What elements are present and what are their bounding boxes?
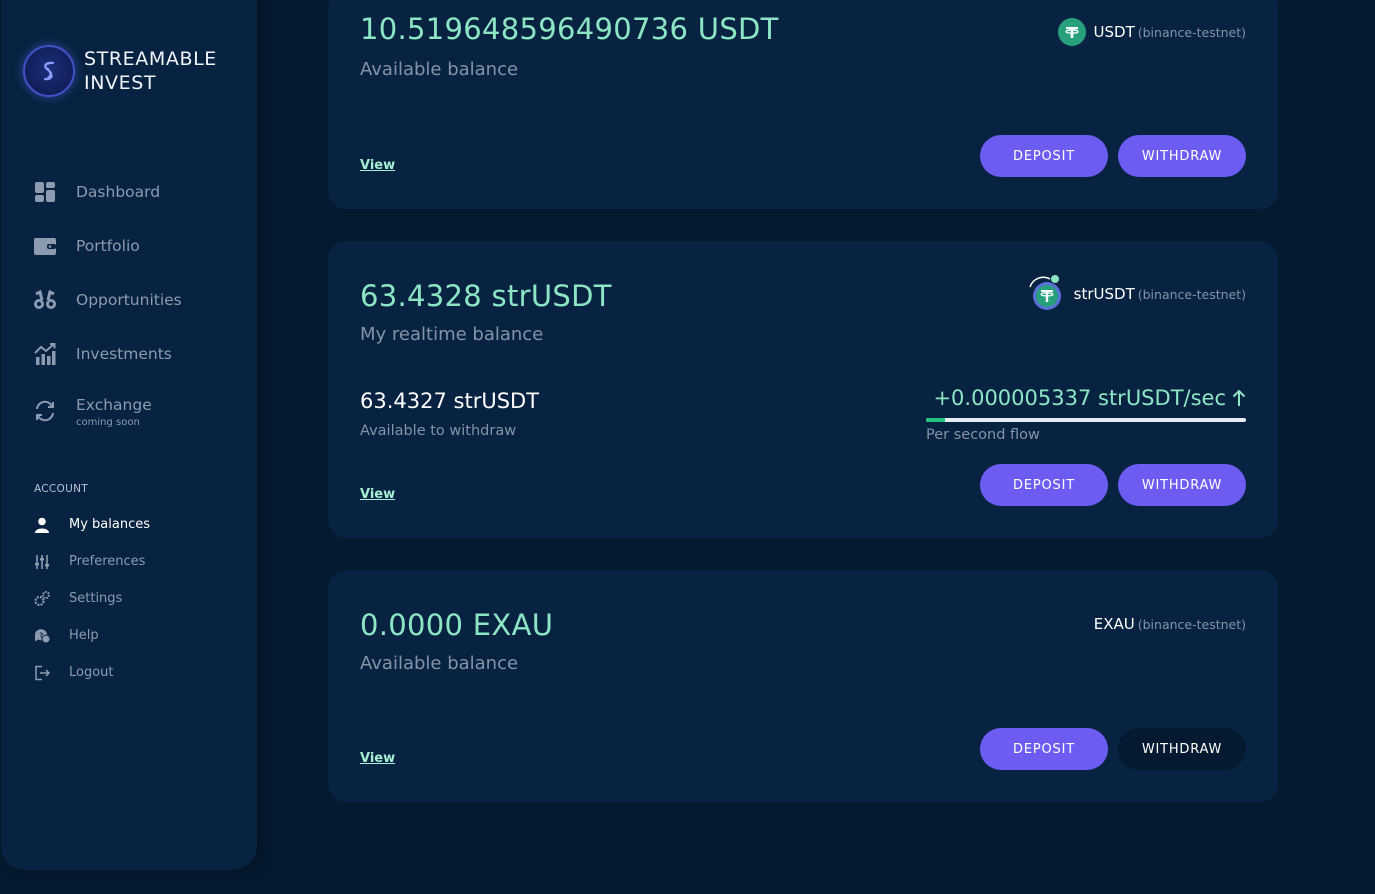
view-link[interactable]: View	[360, 751, 395, 766]
token-network: (binance-testnet)	[1137, 286, 1246, 302]
account-label-settings: Settings	[69, 591, 123, 606]
nav-label-exchange: Exchange	[76, 395, 152, 414]
streaming-tether-icon	[1026, 274, 1066, 314]
account-label-help: Help	[69, 628, 99, 643]
gears-icon	[33, 590, 51, 608]
wallet-icon	[33, 234, 57, 258]
token-symbol: strUSDT	[1073, 285, 1135, 303]
dashboard-icon	[33, 180, 57, 204]
balance-card-usdt: 10.519648596490736 USDT Available balanc…	[328, 0, 1278, 209]
logo-icon	[23, 45, 75, 97]
nav-item-investments[interactable]: Investments	[33, 327, 182, 381]
user-icon	[33, 516, 51, 534]
token-network: (binance-testnet)	[1137, 616, 1246, 632]
flow-progress-bar	[926, 418, 1246, 422]
nav-item-exchange[interactable]: Exchange coming soon	[33, 381, 182, 441]
token-symbol: EXAU	[1093, 615, 1135, 633]
nav-sublabel-exchange: coming soon	[76, 416, 140, 428]
svg-text:?: ?	[39, 631, 43, 639]
nav-label-dashboard: Dashboard	[76, 183, 161, 201]
flow-progress-fill	[926, 418, 946, 422]
exchange-icon	[33, 399, 57, 423]
account-item-settings[interactable]: Settings	[33, 580, 150, 617]
binoculars-icon	[33, 288, 57, 312]
account-item-logout[interactable]: Logout	[33, 654, 150, 691]
arrow-up-icon	[1232, 389, 1246, 407]
token-network: (binance-testnet)	[1137, 24, 1246, 40]
tether-icon	[1057, 18, 1086, 46]
withdraw-button[interactable]: WITHDRAW	[1118, 728, 1246, 770]
balance-card-exau: 0.0000 EXAU Available balance EXAU (bina…	[328, 570, 1278, 802]
token-info: USDT (binance-testnet)	[1057, 18, 1246, 46]
deposit-button[interactable]: DEPOSIT	[980, 464, 1108, 506]
logout-icon	[33, 664, 51, 682]
account-label-my-balances: My balances	[69, 517, 150, 532]
nav-label-portfolio: Portfolio	[76, 237, 140, 255]
withdraw-button[interactable]: WITHDRAW	[1118, 135, 1246, 177]
balance-amount: 0.0000 EXAU	[360, 608, 554, 642]
account-label-logout: Logout	[69, 665, 114, 680]
nav-item-dashboard[interactable]: Dashboard	[33, 165, 182, 219]
balance-subtitle: My realtime balance	[360, 324, 544, 345]
account-label-preferences: Preferences	[69, 554, 146, 569]
withdrawable-label: Available to withdraw	[360, 423, 517, 439]
balance-card-strusdt: 63.4328 strUSDT My realtime balance strU…	[328, 241, 1278, 538]
brand-line-1: STREAMABLE	[84, 48, 217, 70]
nav-label-investments: Investments	[76, 345, 172, 363]
account-nav: My balances Preferences Settings ? Help …	[33, 506, 150, 691]
flow-label: Per second flow	[926, 427, 1040, 443]
flow-rate-value: +0.000005337 strUSDT/sec	[933, 386, 1226, 410]
flow-rate: +0.000005337 strUSDT/sec	[933, 386, 1246, 410]
nav-item-opportunities[interactable]: Opportunities	[33, 273, 182, 327]
withdraw-button[interactable]: WITHDRAW	[1118, 464, 1246, 506]
view-link[interactable]: View	[360, 487, 395, 502]
sliders-icon	[33, 553, 51, 571]
brand-line-2: INVEST	[84, 72, 157, 94]
account-heading: ACCOUNT	[34, 483, 88, 495]
nav-item-portfolio[interactable]: Portfolio	[33, 219, 182, 273]
brand-logo[interactable]: STREAMABLE INVEST	[23, 45, 217, 97]
deposit-button[interactable]: DEPOSIT	[980, 728, 1108, 770]
token-symbol: USDT	[1093, 23, 1135, 41]
account-item-preferences[interactable]: Preferences	[33, 543, 150, 580]
brand-name: STREAMABLE INVEST	[84, 47, 217, 95]
withdrawable-amount: 63.4327 strUSDT	[360, 389, 540, 413]
view-link[interactable]: View	[360, 158, 395, 173]
balance-subtitle: Available balance	[360, 653, 519, 674]
token-info: EXAU (binance-testnet)	[1094, 615, 1246, 633]
nav-label-opportunities: Opportunities	[76, 291, 182, 309]
account-item-my-balances[interactable]: My balances	[33, 506, 150, 543]
sidebar: STREAMABLE INVEST Dashboard Portfolio Op…	[1, 0, 257, 870]
main-nav: Dashboard Portfolio Opportunities Invest…	[33, 165, 182, 441]
token-info: strUSDT (binance-testnet)	[1026, 274, 1246, 314]
help-chat-icon: ?	[33, 627, 51, 645]
balance-amount: 63.4328 strUSDT	[360, 279, 612, 313]
balance-amount: 10.519648596490736 USDT	[360, 12, 779, 46]
deposit-button[interactable]: DEPOSIT	[980, 135, 1108, 177]
balance-subtitle: Available balance	[360, 59, 519, 80]
account-item-help[interactable]: ? Help	[33, 617, 150, 654]
chart-growth-icon	[33, 342, 57, 366]
